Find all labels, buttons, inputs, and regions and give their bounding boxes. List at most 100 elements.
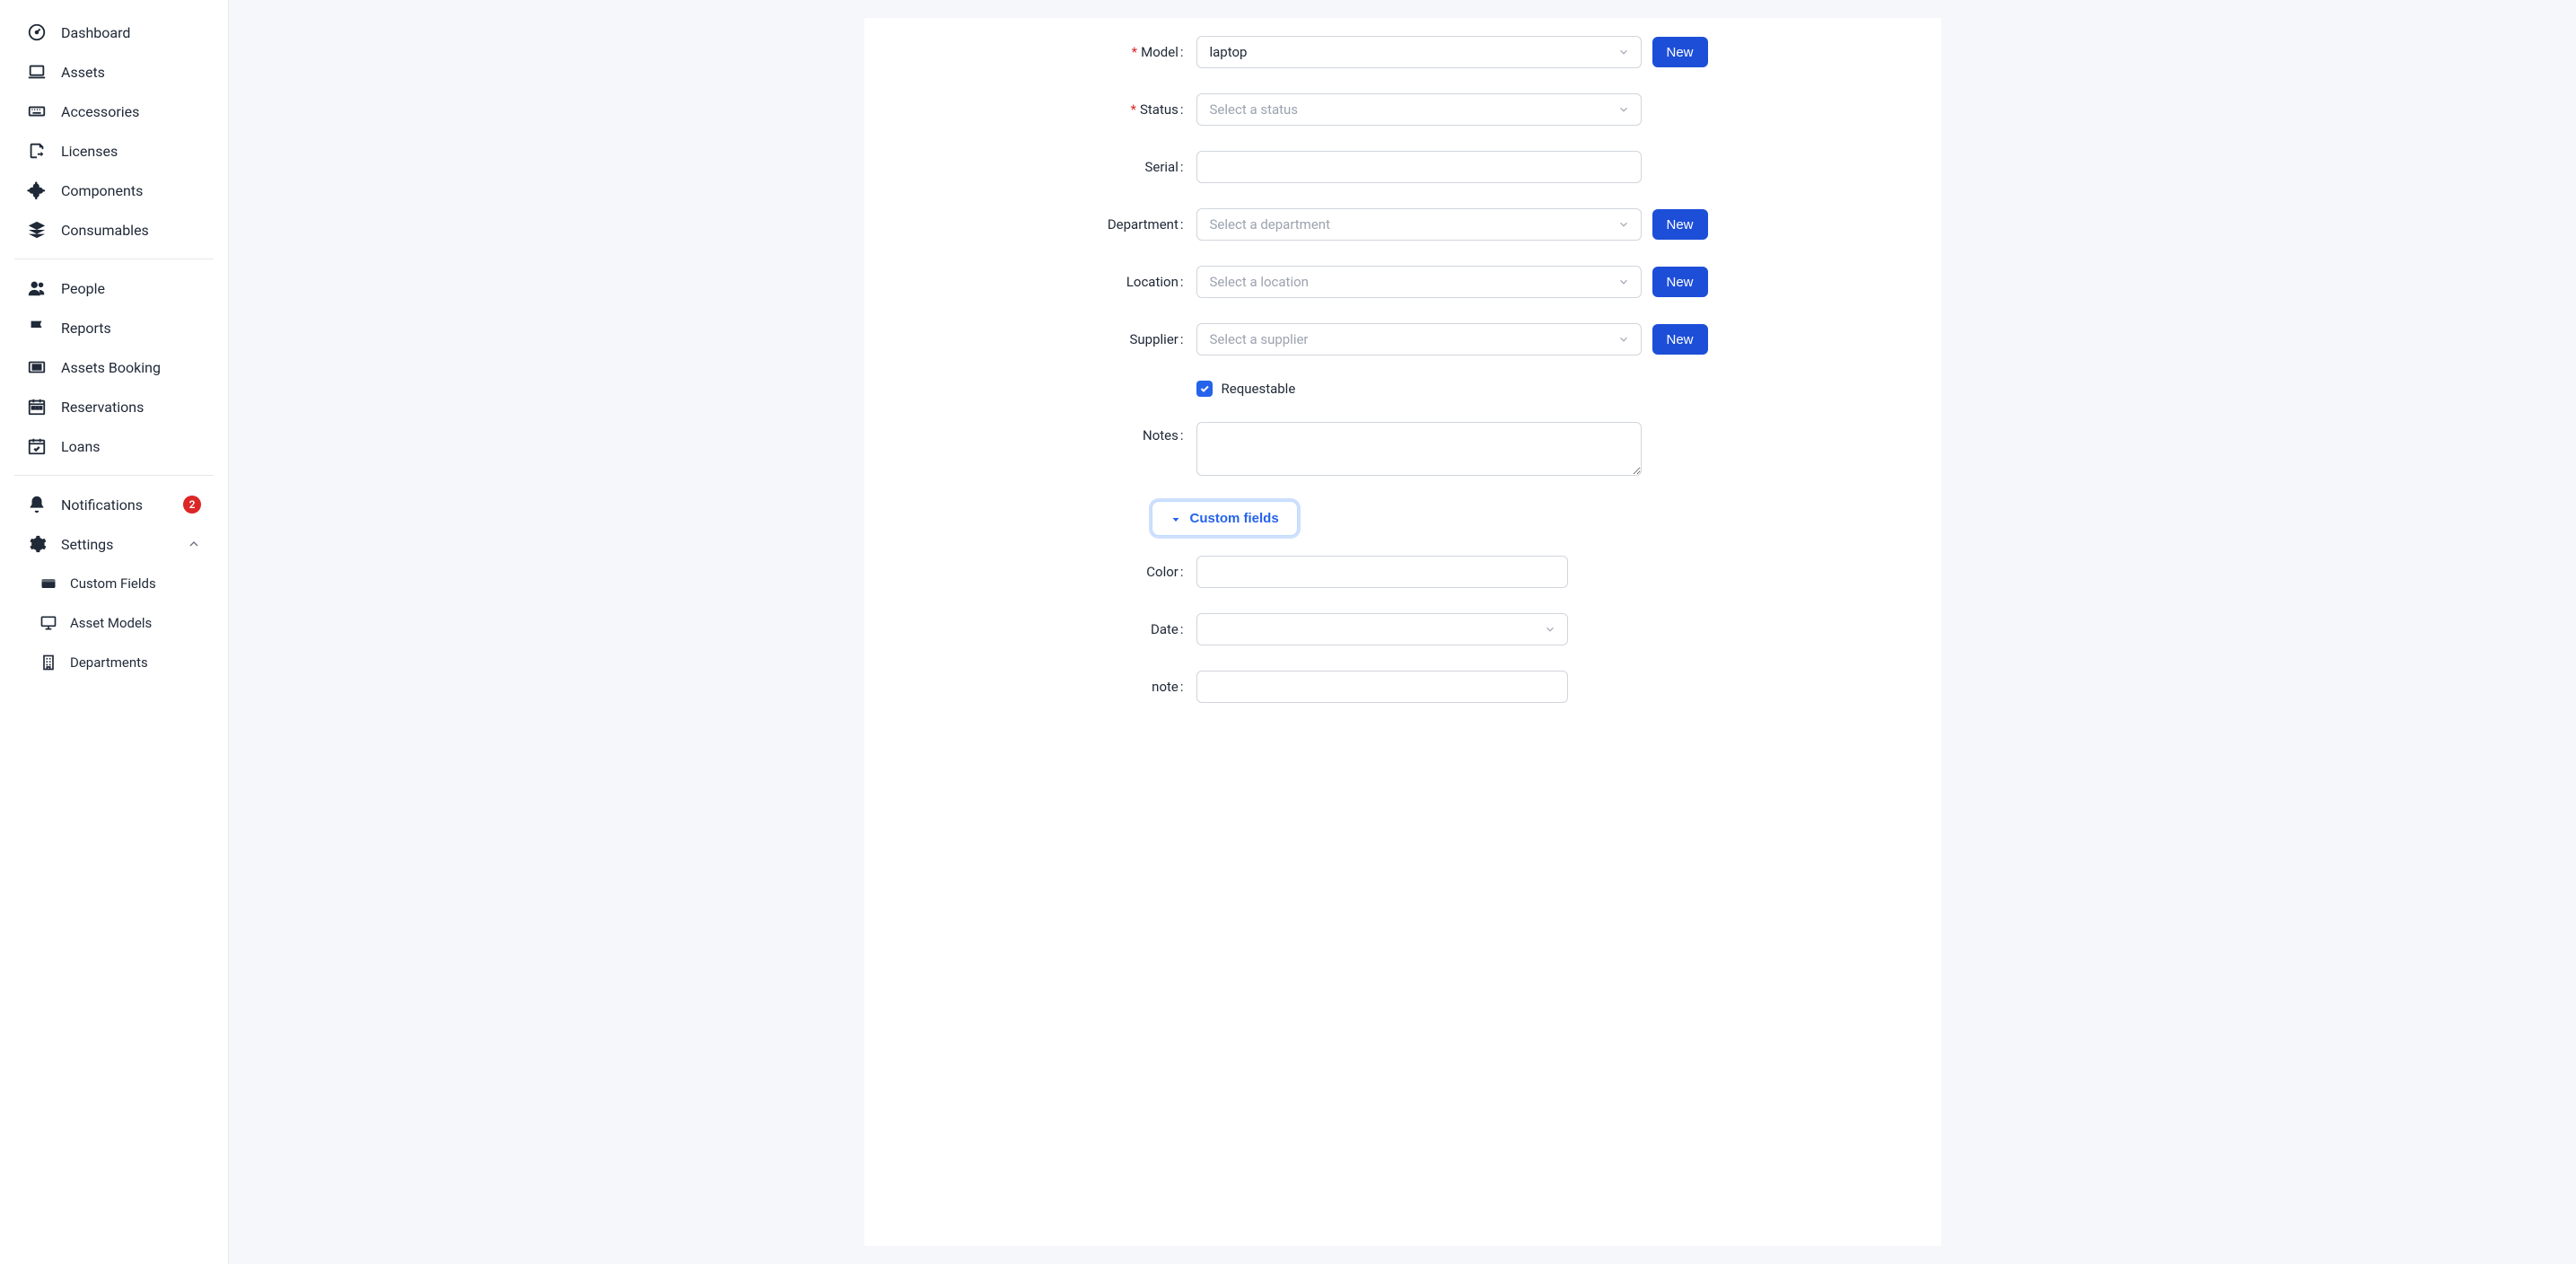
serial-input[interactable] [1196, 151, 1642, 183]
form-row-notes: Notes: [900, 422, 1906, 476]
form-row-model: *Model: laptop New [900, 36, 1906, 68]
note-input[interactable] [1196, 671, 1568, 703]
sidebar-subitem-label: Custom Fields [70, 575, 156, 592]
sidebar-item-consumables[interactable]: Consumables [14, 210, 214, 250]
form-row-color: Color: [900, 556, 1906, 588]
sidebar-item-reports[interactable]: Reports [14, 308, 214, 347]
note-label: note: [900, 679, 1196, 695]
sidebar-item-label: Accessories [61, 103, 201, 120]
sidebar-item-label: Loans [61, 438, 201, 455]
required-mark: * [1131, 101, 1136, 118]
sidebar-item-label: Settings [61, 536, 187, 553]
date-label: Date: [900, 621, 1196, 637]
supplier-label: Supplier: [900, 331, 1196, 347]
sidebar-subitem-departments[interactable]: Departments [14, 643, 214, 682]
chevron-down-icon [1544, 623, 1556, 636]
sidebar-item-label: Notifications [61, 496, 183, 514]
chevron-down-icon [1617, 103, 1630, 116]
gear-icon [27, 534, 48, 554]
sidebar-item-assets-booking[interactable]: Assets Booking [14, 347, 214, 387]
date-select[interactable] [1196, 613, 1568, 645]
requestable-checkbox[interactable] [1196, 381, 1213, 397]
calendar-check-icon [27, 436, 48, 456]
sidebar-item-label: Dashboard [61, 24, 201, 41]
layers-icon [27, 220, 48, 240]
bell-icon [27, 495, 48, 514]
divider [14, 475, 214, 476]
notes-label: Notes: [900, 422, 1196, 443]
form-row-note: note: [900, 671, 1906, 703]
custom-fields-toggle-row: Custom fields [1152, 501, 1906, 536]
sidebar-item-settings[interactable]: Settings [14, 524, 214, 564]
card-icon [39, 574, 61, 593]
supplier-new-button[interactable]: New [1652, 324, 1708, 355]
form-row-date: Date: [900, 613, 1906, 645]
sidebar: Dashboard Assets Accessories Licenses [0, 0, 229, 1264]
people-icon [27, 278, 48, 298]
sidebar-subitem-label: Asset Models [70, 615, 152, 631]
form-row-requestable: Requestable [900, 381, 1906, 397]
certificate-icon [27, 141, 48, 161]
location-select[interactable]: Select a location [1196, 266, 1642, 298]
sidebar-item-label: Consumables [61, 222, 201, 239]
model-new-button[interactable]: New [1652, 37, 1708, 67]
custom-fields-toggle-button[interactable]: Custom fields [1152, 501, 1298, 536]
form-row-location: Location: Select a location New [900, 266, 1906, 298]
form-row-supplier: Supplier: Select a supplier New [900, 323, 1906, 356]
sidebar-item-licenses[interactable]: Licenses [14, 131, 214, 171]
sidebar-item-components[interactable]: Components [14, 171, 214, 210]
sidebar-item-label: Reservations [61, 399, 201, 416]
location-new-button[interactable]: New [1652, 267, 1708, 297]
status-select[interactable]: Select a status [1196, 93, 1642, 126]
notes-textarea[interactable] [1196, 422, 1642, 476]
model-label: *Model: [900, 44, 1196, 60]
sidebar-subitem-asset-models[interactable]: Asset Models [14, 603, 214, 643]
department-new-button[interactable]: New [1652, 209, 1708, 240]
sidebar-item-label: Reports [61, 320, 201, 337]
chevron-down-icon [1617, 218, 1630, 231]
form-row-status: *Status: Select a status [900, 93, 1906, 126]
sidebar-item-notifications[interactable]: Notifications 2 [14, 485, 214, 524]
caret-down-icon [1170, 514, 1181, 524]
booking-icon [27, 357, 48, 377]
model-select[interactable]: laptop [1196, 36, 1642, 68]
sidebar-item-label: Licenses [61, 143, 201, 160]
sidebar-item-label: Assets Booking [61, 359, 201, 376]
sidebar-item-dashboard[interactable]: Dashboard [14, 13, 214, 52]
location-label: Location: [900, 274, 1196, 290]
sidebar-subitem-custom-fields[interactable]: Custom Fields [14, 564, 214, 603]
sidebar-item-accessories[interactable]: Accessories [14, 92, 214, 131]
sidebar-subitem-label: Departments [70, 654, 148, 671]
color-label: Color: [900, 564, 1196, 580]
supplier-select[interactable]: Select a supplier [1196, 323, 1642, 356]
calendar-icon [27, 397, 48, 417]
main-content: *Model: laptop New *Status: [229, 0, 2576, 1264]
sidebar-item-label: People [61, 280, 201, 297]
form-row-department: Department: Select a department New [900, 208, 1906, 241]
form-row-serial: Serial: [900, 151, 1906, 183]
required-mark: * [1132, 44, 1137, 60]
department-select[interactable]: Select a department [1196, 208, 1642, 241]
form-card: *Model: laptop New *Status: [864, 18, 1941, 1246]
chevron-down-icon [1617, 276, 1630, 288]
sidebar-item-loans[interactable]: Loans [14, 426, 214, 466]
gauge-icon [27, 22, 48, 42]
building-icon [39, 653, 61, 672]
sidebar-item-label: Components [61, 182, 201, 199]
status-label: *Status: [900, 101, 1196, 118]
color-input[interactable] [1196, 556, 1568, 588]
monitor-icon [39, 613, 61, 633]
chevron-down-icon [1617, 46, 1630, 58]
sidebar-item-assets[interactable]: Assets [14, 52, 214, 92]
sidebar-item-label: Assets [61, 64, 201, 81]
keyboard-icon [27, 101, 48, 121]
flag-icon [27, 318, 48, 338]
chevron-up-icon [187, 537, 201, 551]
laptop-icon [27, 62, 48, 82]
sidebar-item-reservations[interactable]: Reservations [14, 387, 214, 426]
sidebar-item-people[interactable]: People [14, 268, 214, 308]
requestable-label: Requestable [1222, 381, 1296, 397]
serial-label: Serial: [900, 159, 1196, 175]
notifications-badge: 2 [183, 496, 201, 514]
department-label: Department: [900, 216, 1196, 233]
